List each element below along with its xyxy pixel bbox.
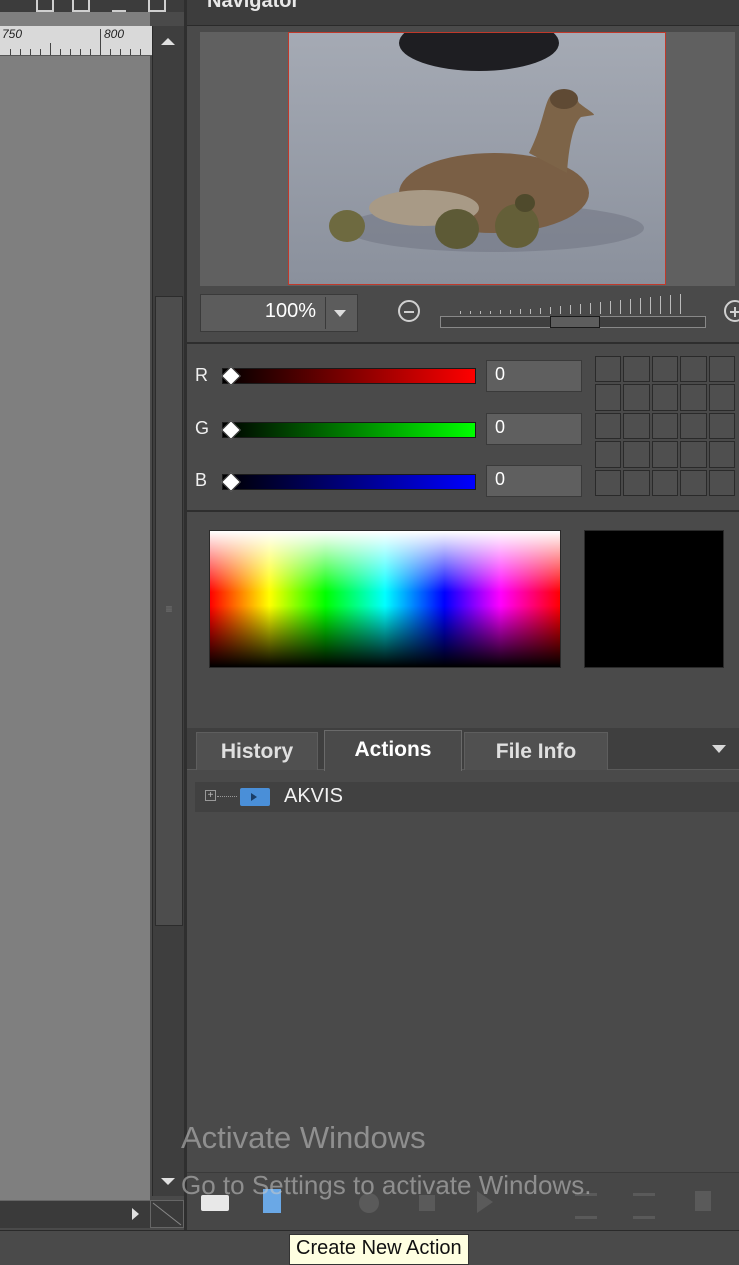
swatch[interactable] [595,469,622,496]
zoom-value[interactable]: 100% [200,300,316,323]
swatch[interactable] [623,412,650,440]
chevron-down-icon [334,310,346,317]
canvas-area[interactable] [0,0,150,1200]
swatch[interactable] [623,356,650,383]
horizontal-ruler: 750 800 [0,26,152,56]
swatch[interactable] [651,356,679,383]
swatch[interactable] [651,412,679,440]
activation-watermark-text: Go to Settings to activate Windows. [181,1170,592,1200]
tree-line [217,796,237,797]
swatch[interactable] [623,384,650,411]
swatch[interactable] [651,384,679,411]
view-toolbar [0,0,186,12]
swatch[interactable] [708,469,735,496]
swatch[interactable] [708,356,735,383]
action-set-label: AKVIS [284,785,343,807]
channel-g-value[interactable]: 0 [486,413,582,445]
swatch[interactable] [651,441,679,468]
tile-icon[interactable] [72,0,90,12]
menu-icon[interactable] [112,0,126,12]
swatch[interactable] [708,441,735,468]
divider [187,342,739,344]
channel-r-value[interactable]: 0 [486,360,582,392]
swatch[interactable] [708,412,735,440]
activation-watermark-title: Activate Windows [181,1120,426,1155]
channel-g-label: G [195,418,210,438]
channel-r-slider[interactable] [222,368,476,384]
actions-list [187,771,739,1171]
ruler-label-800: 800 [104,27,125,41]
swatch[interactable] [680,441,707,468]
fit-icon[interactable] [148,0,166,12]
color-spectrum[interactable] [209,530,561,668]
swatch[interactable] [708,384,735,411]
tab-actions[interactable]: Actions [324,730,462,771]
delete-icon[interactable] [695,1191,711,1211]
swatch-grid [595,356,735,496]
insert-menu-icon[interactable] [633,1193,655,1219]
window-icon[interactable] [36,0,54,12]
swatch[interactable] [680,384,707,411]
swatch[interactable] [680,469,707,496]
navigator-title: Navigator [207,0,300,12]
swatch[interactable] [623,441,650,468]
divider [187,510,739,512]
current-color-preview [584,530,724,668]
swatch[interactable] [623,469,650,496]
channel-b-value[interactable]: 0 [486,465,582,497]
zoom-scale-ticks [440,290,706,314]
scroll-up-arrow-icon[interactable] [161,38,175,45]
zoom-out-icon[interactable] [398,300,420,322]
ruler-label-750: 750 [2,27,23,41]
swatch[interactable] [651,469,679,496]
zoom-in-icon[interactable] [724,300,739,322]
folder-icon [240,788,270,806]
swatch[interactable] [595,384,622,411]
swatch[interactable] [680,412,707,440]
list-item[interactable] [195,782,739,812]
tab-history[interactable]: History [196,732,318,770]
channel-b-label: B [195,470,208,490]
horizontal-scrollbar[interactable] [0,1200,150,1228]
channel-g-slider[interactable] [222,422,476,438]
panel-menu-icon[interactable] [712,745,726,753]
tab-file-info[interactable]: File Info [464,732,608,770]
zoom-slider-handle[interactable] [550,316,600,328]
expand-plus-icon[interactable]: + [205,790,216,801]
zoom-dropdown-button[interactable] [325,297,355,329]
channel-b-slider[interactable] [222,474,476,490]
channel-r-label: R [195,365,208,385]
swatch[interactable] [595,441,622,468]
scroll-down-arrow-icon[interactable] [161,1178,175,1185]
swatch[interactable] [595,356,622,383]
tooltip: Create New Action [289,1234,469,1265]
navigator-preview-image[interactable] [288,32,666,285]
swatch[interactable] [680,356,707,383]
swatch[interactable] [595,412,622,440]
scroll-right-arrow-icon[interactable] [132,1208,139,1220]
scroll-corner [150,1200,184,1228]
grip-icon: ≡ [165,602,173,616]
